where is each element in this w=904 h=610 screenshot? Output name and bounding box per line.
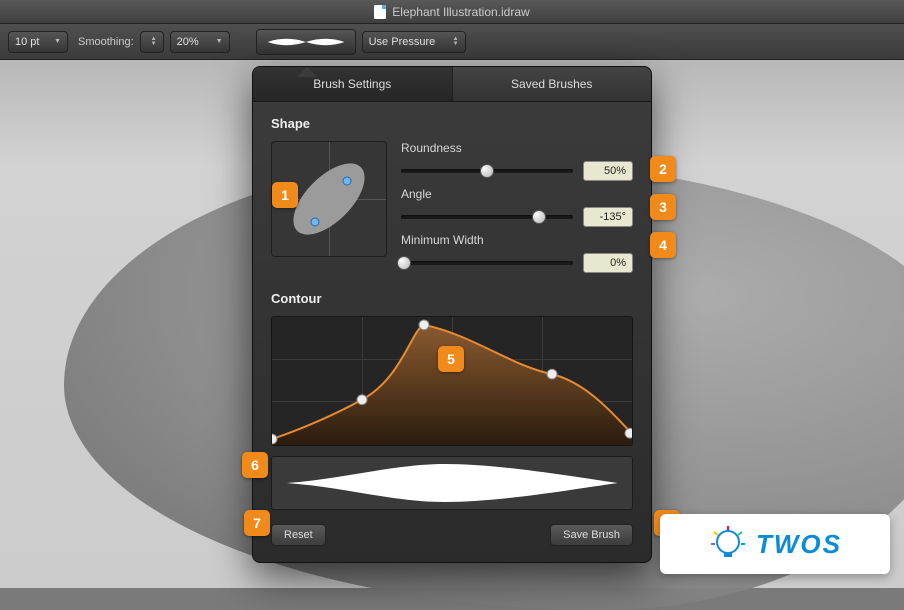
annotation-marker-6: 6 <box>242 452 268 478</box>
minimum-width-label: Minimum Width <box>401 233 633 247</box>
brush-preset-button[interactable] <box>256 29 356 55</box>
watermark-text: TWOS <box>756 529 842 560</box>
roundness-label: Roundness <box>401 141 633 155</box>
stepper-arrows-icon: ▲▼ <box>453 37 459 47</box>
toolbar: 10 pt ▼ Smoothing: ▲▼ 20% ▼ Use Pressure… <box>0 24 904 60</box>
tab-saved-brushes[interactable]: Saved Brushes <box>453 67 652 102</box>
pressure-label: Use Pressure <box>369 36 436 48</box>
brush-stroke-preview <box>271 456 633 510</box>
smoothing-label: Smoothing: <box>78 36 134 48</box>
smoothing-value-dropdown[interactable]: 20% ▼ <box>170 31 230 53</box>
shape-handle[interactable] <box>343 176 352 185</box>
annotation-marker-5: 5 <box>438 346 464 372</box>
popover-tabs: Brush Settings Saved Brushes <box>253 67 651 102</box>
stroke-width-value: 10 pt <box>15 36 39 48</box>
lightbulb-icon <box>708 524 748 564</box>
twos-watermark: TWOS <box>660 514 890 574</box>
chevron-down-icon: ▼ <box>216 38 223 45</box>
contour-curve <box>272 317 632 445</box>
stroke-shape-icon <box>283 461 621 505</box>
shape-handle[interactable] <box>311 217 320 226</box>
document-icon <box>374 5 386 19</box>
smoothing-stepper[interactable]: ▲▼ <box>140 31 164 53</box>
pressure-dropdown[interactable]: Use Pressure ▲▼ <box>362 31 466 53</box>
roundness-slider[interactable] <box>401 169 573 173</box>
contour-graph[interactable] <box>271 316 633 446</box>
reset-button[interactable]: Reset <box>271 524 326 546</box>
roundness-value[interactable]: 50% <box>583 161 633 181</box>
annotation-marker-4: 4 <box>650 232 676 258</box>
minimum-width-slider[interactable] <box>401 261 573 265</box>
tab-brush-settings[interactable]: Brush Settings <box>253 67 453 102</box>
annotation-marker-7: 7 <box>244 510 270 536</box>
minimum-width-value[interactable]: 0% <box>583 253 633 273</box>
save-brush-button[interactable]: Save Brush <box>550 524 633 546</box>
chevron-down-icon: ▼ <box>54 38 61 45</box>
shape-section-title: Shape <box>271 116 633 131</box>
stroke-width-dropdown[interactable]: 10 pt ▼ <box>8 31 68 53</box>
contour-section-title: Contour <box>271 291 633 306</box>
brush-glyph-icon <box>266 33 346 51</box>
smoothing-value: 20% <box>177 36 199 48</box>
angle-slider[interactable] <box>401 215 573 219</box>
brush-settings-popover: Brush Settings Saved Brushes Shape Round… <box>252 66 652 563</box>
stepper-arrows-icon: ▲▼ <box>151 37 157 47</box>
angle-value[interactable]: -135° <box>583 207 633 227</box>
window-titlebar: Elephant Illustration.idraw <box>0 0 904 24</box>
annotation-marker-1: 1 <box>272 182 298 208</box>
annotation-marker-2: 2 <box>650 156 676 182</box>
angle-label: Angle <box>401 187 633 201</box>
document-title: Elephant Illustration.idraw <box>392 5 529 19</box>
annotation-marker-3: 3 <box>650 194 676 220</box>
